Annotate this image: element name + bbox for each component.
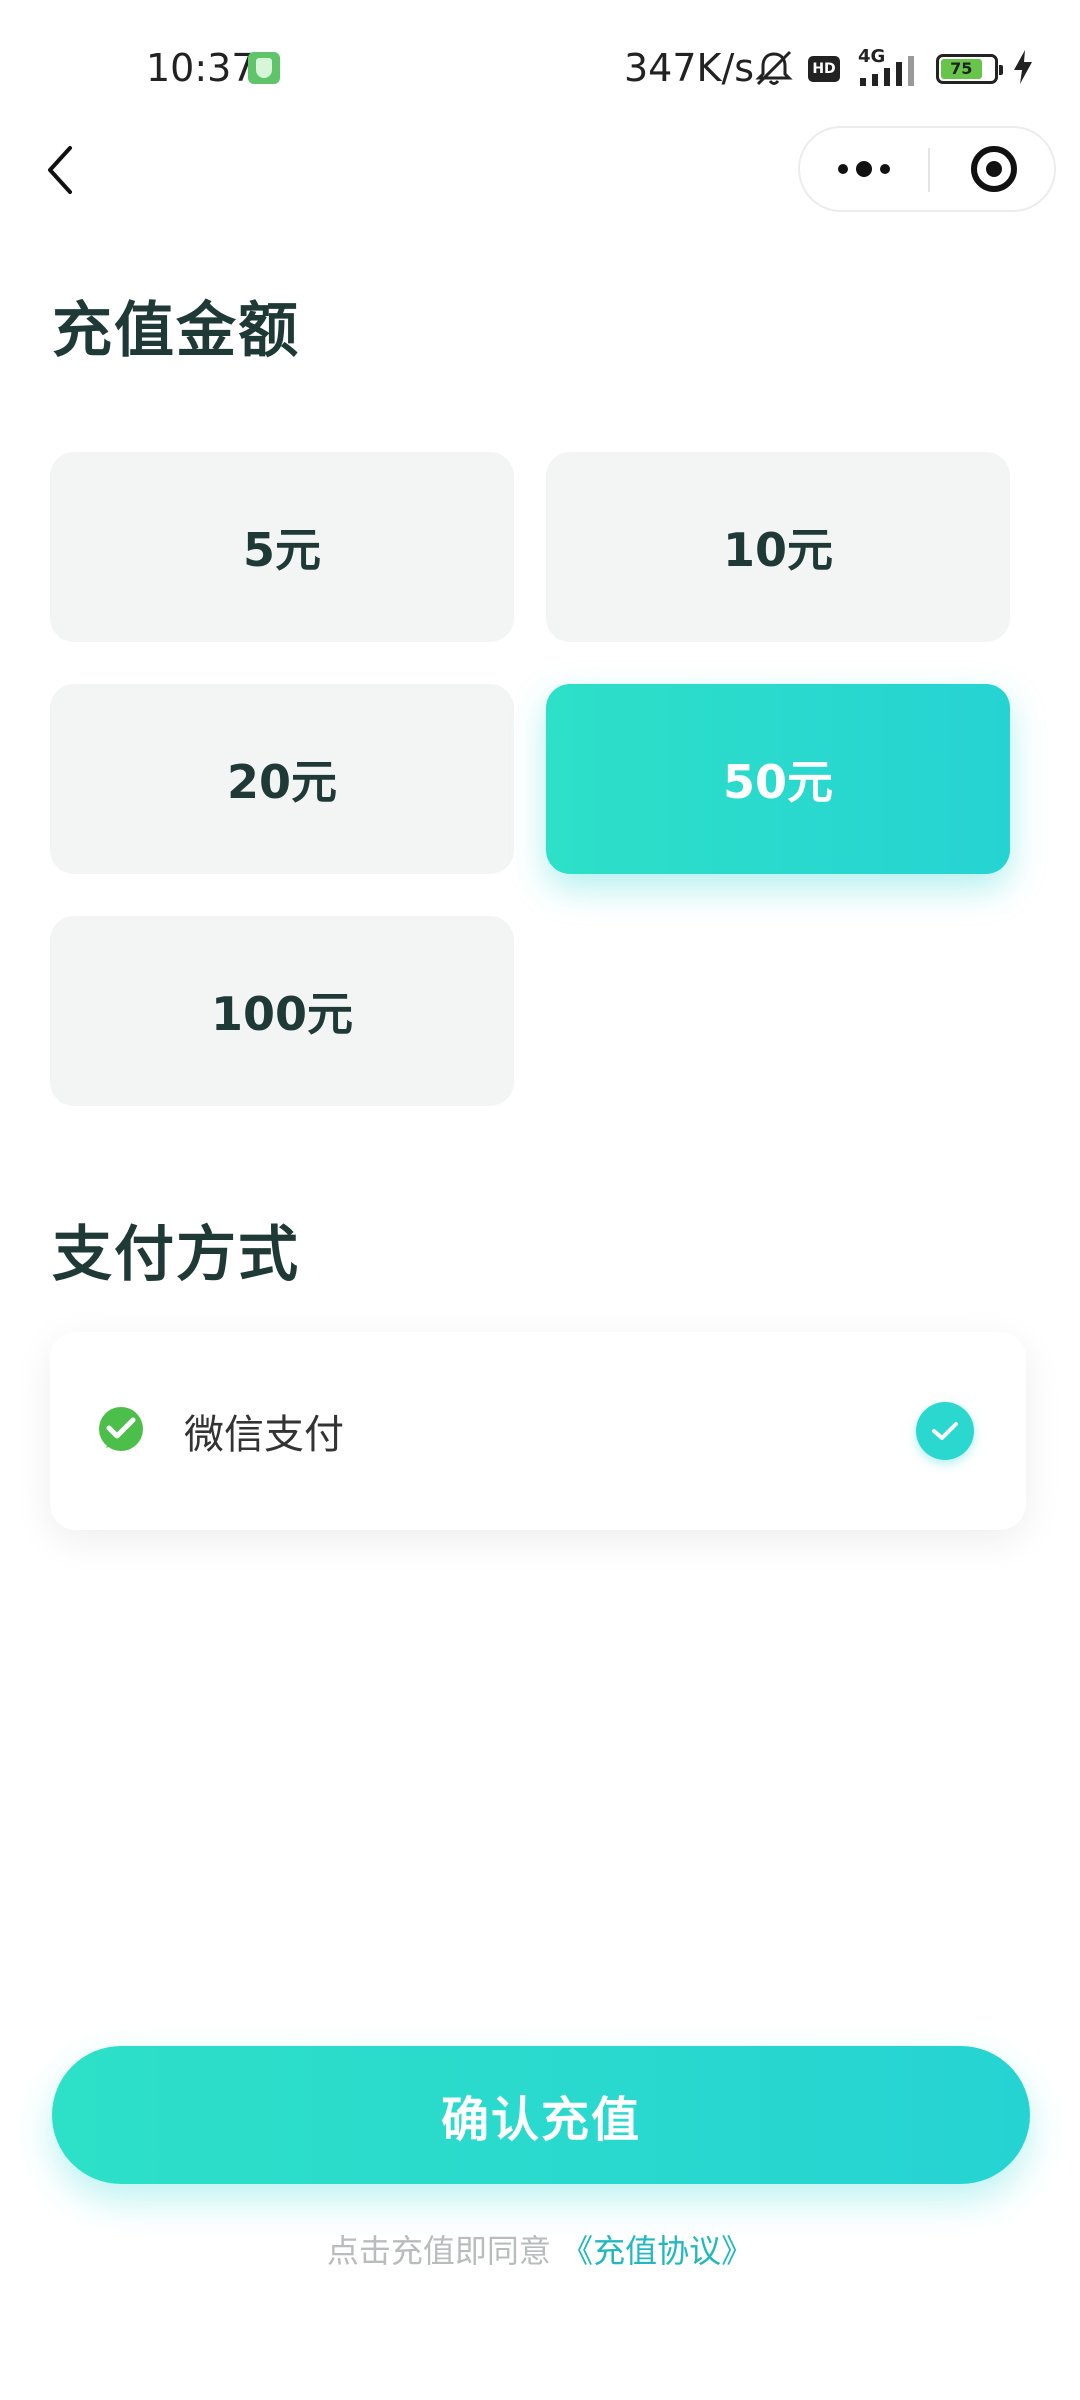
agreement-text: 点击充值即同意 《充值协议》 [0,2226,1080,2272]
hd-badge: HD [808,56,840,82]
status-time: 10:37 [146,46,256,90]
payment-method-title: 支付方式 [52,1220,300,1290]
charging-bolt-icon [1014,50,1032,84]
battery-icon: 75 [936,54,1003,84]
recharge-amount-title: 充值金额 [52,296,300,366]
payment-selected-indicator[interactable] [916,1402,974,1460]
wechat-pay-icon [99,1407,143,1451]
security-shield-icon [248,52,280,84]
target-core [986,161,1002,177]
amount-option-20[interactable]: 20元 [50,684,514,874]
battery-level: 75 [941,59,982,79]
agreement-link[interactable]: 《充值协议》 [561,2232,753,2270]
mute-bell-icon [755,50,793,86]
close-button[interactable] [930,128,1058,210]
target-circle-icon [971,146,1017,192]
amount-option-100[interactable]: 100元 [50,916,514,1106]
payment-option-wechat[interactable]: 微信支付 [50,1332,1026,1530]
chevron-left-icon [48,146,72,194]
network-speed: 347K/s [624,46,755,90]
payment-method-label: 微信支付 [184,1412,344,1458]
confirm-recharge-button[interactable]: 确认充值 [52,2046,1030,2184]
mini-program-capsule [798,126,1056,212]
amount-options: 5元 10元 20元 50元 100元 [50,452,1020,1106]
agreement-prefix: 点击充值即同意 [326,2232,551,2270]
more-button[interactable] [800,128,928,210]
more-dot-right [880,164,890,174]
amount-option-5[interactable]: 5元 [50,452,514,642]
back-button[interactable] [30,130,90,210]
amount-option-50[interactable]: 50元 [546,684,1010,874]
status-bar: 10:37 347K/s HD 4G 75 [0,0,1080,140]
recharge-screen: 10:37 347K/s HD 4G 75 充值金额 5元 10元 20元 50… [0,0,1080,2400]
more-dot-center [856,161,872,177]
more-dots-icon [838,164,848,174]
signal-icon [860,56,914,86]
check-icon [932,1422,958,1440]
amount-option-10[interactable]: 10元 [546,452,1010,642]
